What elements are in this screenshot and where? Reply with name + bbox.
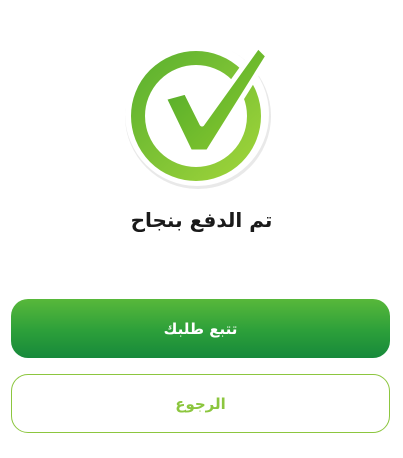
payment-success-icon <box>120 36 282 190</box>
check-circle-icon <box>125 42 272 189</box>
track-order-label: تتبع طلبك <box>163 319 238 338</box>
track-order-button[interactable]: تتبع طلبك <box>11 299 390 358</box>
back-label: الرجوع <box>175 394 226 413</box>
back-button[interactable]: الرجوع <box>11 374 390 433</box>
payment-success-message: تم الدفع بنجاح <box>130 208 273 232</box>
